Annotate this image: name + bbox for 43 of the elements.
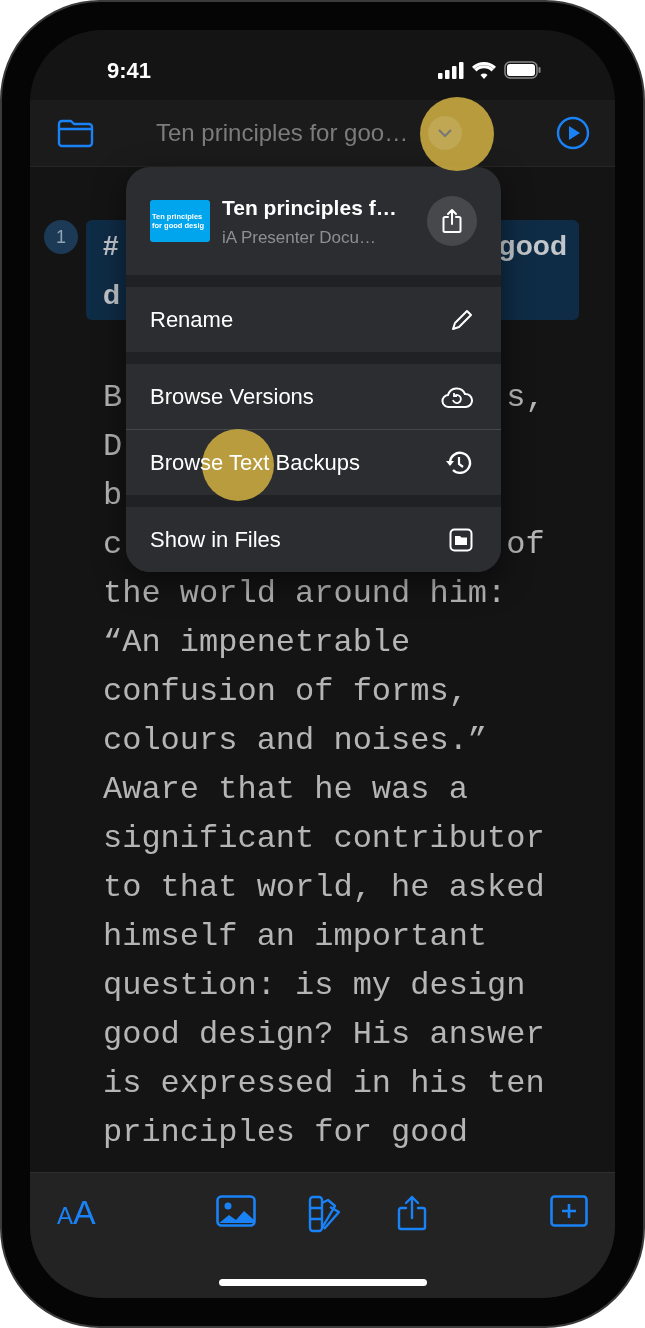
heading-text: good [498, 229, 567, 263]
text-line: principles for good [103, 1114, 468, 1151]
text-line: is expressed in his ten [103, 1065, 545, 1102]
menu-subtitle: iA Presenter Docu… [222, 227, 377, 249]
text-line: D [103, 427, 123, 467]
font-size-button[interactable]: AA [57, 1195, 96, 1229]
pencil-icon [451, 308, 473, 331]
signal-icon [438, 61, 464, 79]
text-line: to that world, he asked [103, 869, 545, 906]
share-icon[interactable] [396, 1195, 427, 1231]
slide-number: 1 [44, 220, 78, 254]
text-line: question: is my design [103, 967, 526, 1004]
folder-icon[interactable] [57, 118, 94, 148]
text-line: b [103, 476, 123, 516]
menu-item[interactable]: Browse Versions [126, 364, 501, 429]
battery-icon [504, 61, 541, 79]
heading-text: # [103, 229, 119, 263]
text-line: B [103, 378, 123, 418]
menu-title: Ten principles f… [222, 194, 398, 221]
wifi-icon [472, 61, 496, 79]
image-icon[interactable] [215, 1195, 256, 1227]
text-line: the world around him: [103, 575, 507, 612]
text-line: c [103, 525, 123, 565]
chevron-icon [438, 128, 453, 138]
text-line: “An impenetrable [103, 624, 411, 661]
share-icon [442, 208, 462, 234]
text-line: good design? His answer [103, 1016, 545, 1053]
share-button[interactable] [427, 196, 477, 246]
menu-item[interactable]: Rename [126, 287, 501, 352]
text-line: himself an important [103, 918, 488, 955]
folder-box-icon [449, 527, 473, 552]
text-line: s, [506, 378, 545, 418]
menu-item[interactable]: Show in Files [126, 507, 501, 572]
text-line: of [506, 525, 545, 565]
text-line: Aware that he was a [103, 771, 468, 808]
add-slide-icon[interactable] [549, 1195, 588, 1227]
play-icon[interactable] [556, 116, 590, 150]
heading-text: d [103, 278, 121, 312]
clock: 9:41 [107, 56, 152, 85]
text-line: colours and noises.” [103, 722, 488, 759]
cloud-icon [441, 384, 473, 409]
text-line: confusion of forms, [103, 673, 468, 710]
text-line: significant contributor [103, 820, 545, 857]
